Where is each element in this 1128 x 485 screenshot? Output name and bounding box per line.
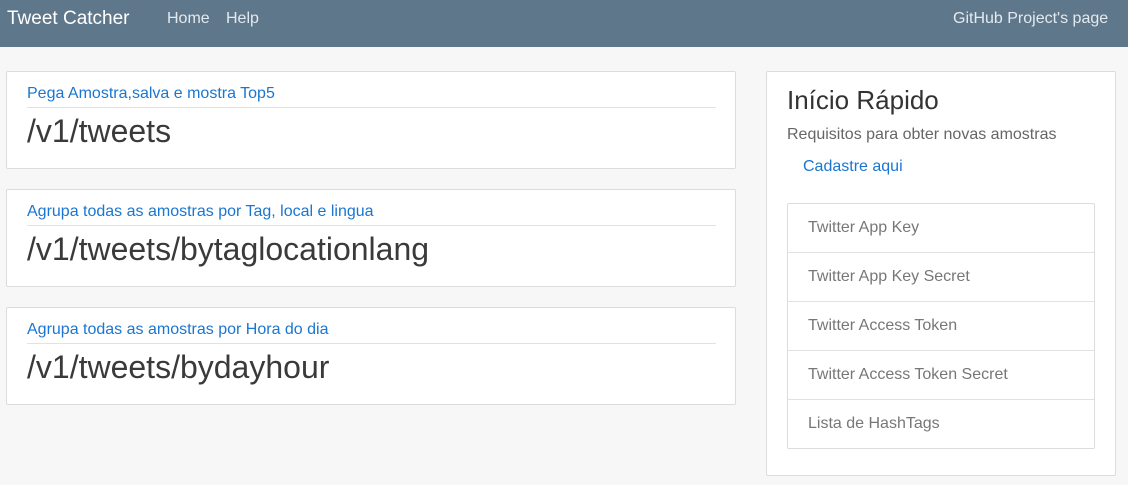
endpoint-card-tweets: Pega Amostra,salva e mostra Top5 /v1/twe… — [6, 71, 736, 169]
quick-start-panel: Início Rápido Requisitos para obter nova… — [766, 71, 1116, 476]
divider — [27, 343, 716, 344]
list-item-twitter-access-token[interactable]: Twitter Access Token — [788, 301, 1094, 350]
divider — [27, 225, 716, 226]
top-navbar: Tweet Catcher Home Help GitHub Project's… — [0, 0, 1128, 47]
nav-home-link[interactable]: Home — [167, 10, 210, 28]
endpoint-description-link[interactable]: Agrupa todas as amostras por Hora do dia — [27, 321, 329, 339]
endpoint-path: /v1/tweets/bytaglocationlang — [27, 231, 430, 267]
requirements-list: Twitter App Key Twitter App Key Secret T… — [787, 203, 1095, 449]
list-item-hashtags[interactable]: Lista de HashTags — [788, 399, 1094, 448]
nav-help-link[interactable]: Help — [226, 10, 259, 28]
list-item-twitter-app-key-secret[interactable]: Twitter App Key Secret — [788, 252, 1094, 301]
signup-link[interactable]: Cadastre aqui — [803, 158, 903, 176]
list-item-twitter-app-key[interactable]: Twitter App Key — [788, 204, 1094, 252]
endpoint-description-link[interactable]: Agrupa todas as amostras por Tag, local … — [27, 203, 374, 221]
endpoint-card-bydayhour: Agrupa todas as amostras por Hora do dia… — [6, 307, 736, 405]
endpoint-path: /v1/tweets/bydayhour — [27, 349, 330, 385]
quick-start-subtitle: Requisitos para obter novas amostras — [787, 126, 1057, 143]
endpoint-card-bytaglocationlang: Agrupa todas as amostras por Tag, local … — [6, 189, 736, 287]
brand-link[interactable]: Tweet Catcher — [7, 8, 130, 30]
github-project-link[interactable]: GitHub Project's page — [953, 10, 1108, 28]
quick-start-title: Início Rápido — [787, 85, 939, 115]
endpoint-path: /v1/tweets — [27, 113, 172, 149]
endpoint-description-link[interactable]: Pega Amostra,salva e mostra Top5 — [27, 85, 275, 103]
divider — [27, 107, 716, 108]
list-item-twitter-access-token-secret[interactable]: Twitter Access Token Secret — [788, 350, 1094, 399]
